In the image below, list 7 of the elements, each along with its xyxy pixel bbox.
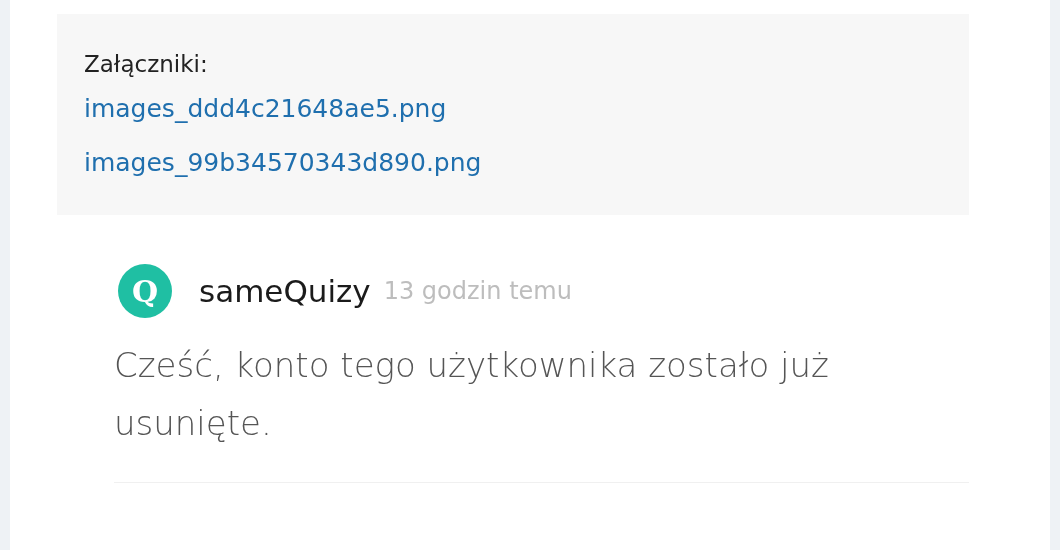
- avatar-icon: Q: [118, 264, 172, 318]
- comment-text: Cześć, konto tego użytkownika zostało już usunięte.: [114, 344, 830, 445]
- author-name: sameQuizy: [199, 273, 371, 309]
- attachment-link[interactable]: images_ddd4c21648ae5.png: [84, 91, 447, 127]
- comment-time: 13 godzin temu: [383, 277, 572, 305]
- attachment-link[interactable]: images_99b34570343d890.png: [84, 145, 482, 181]
- attachments-label: Załączniki:: [84, 50, 208, 79]
